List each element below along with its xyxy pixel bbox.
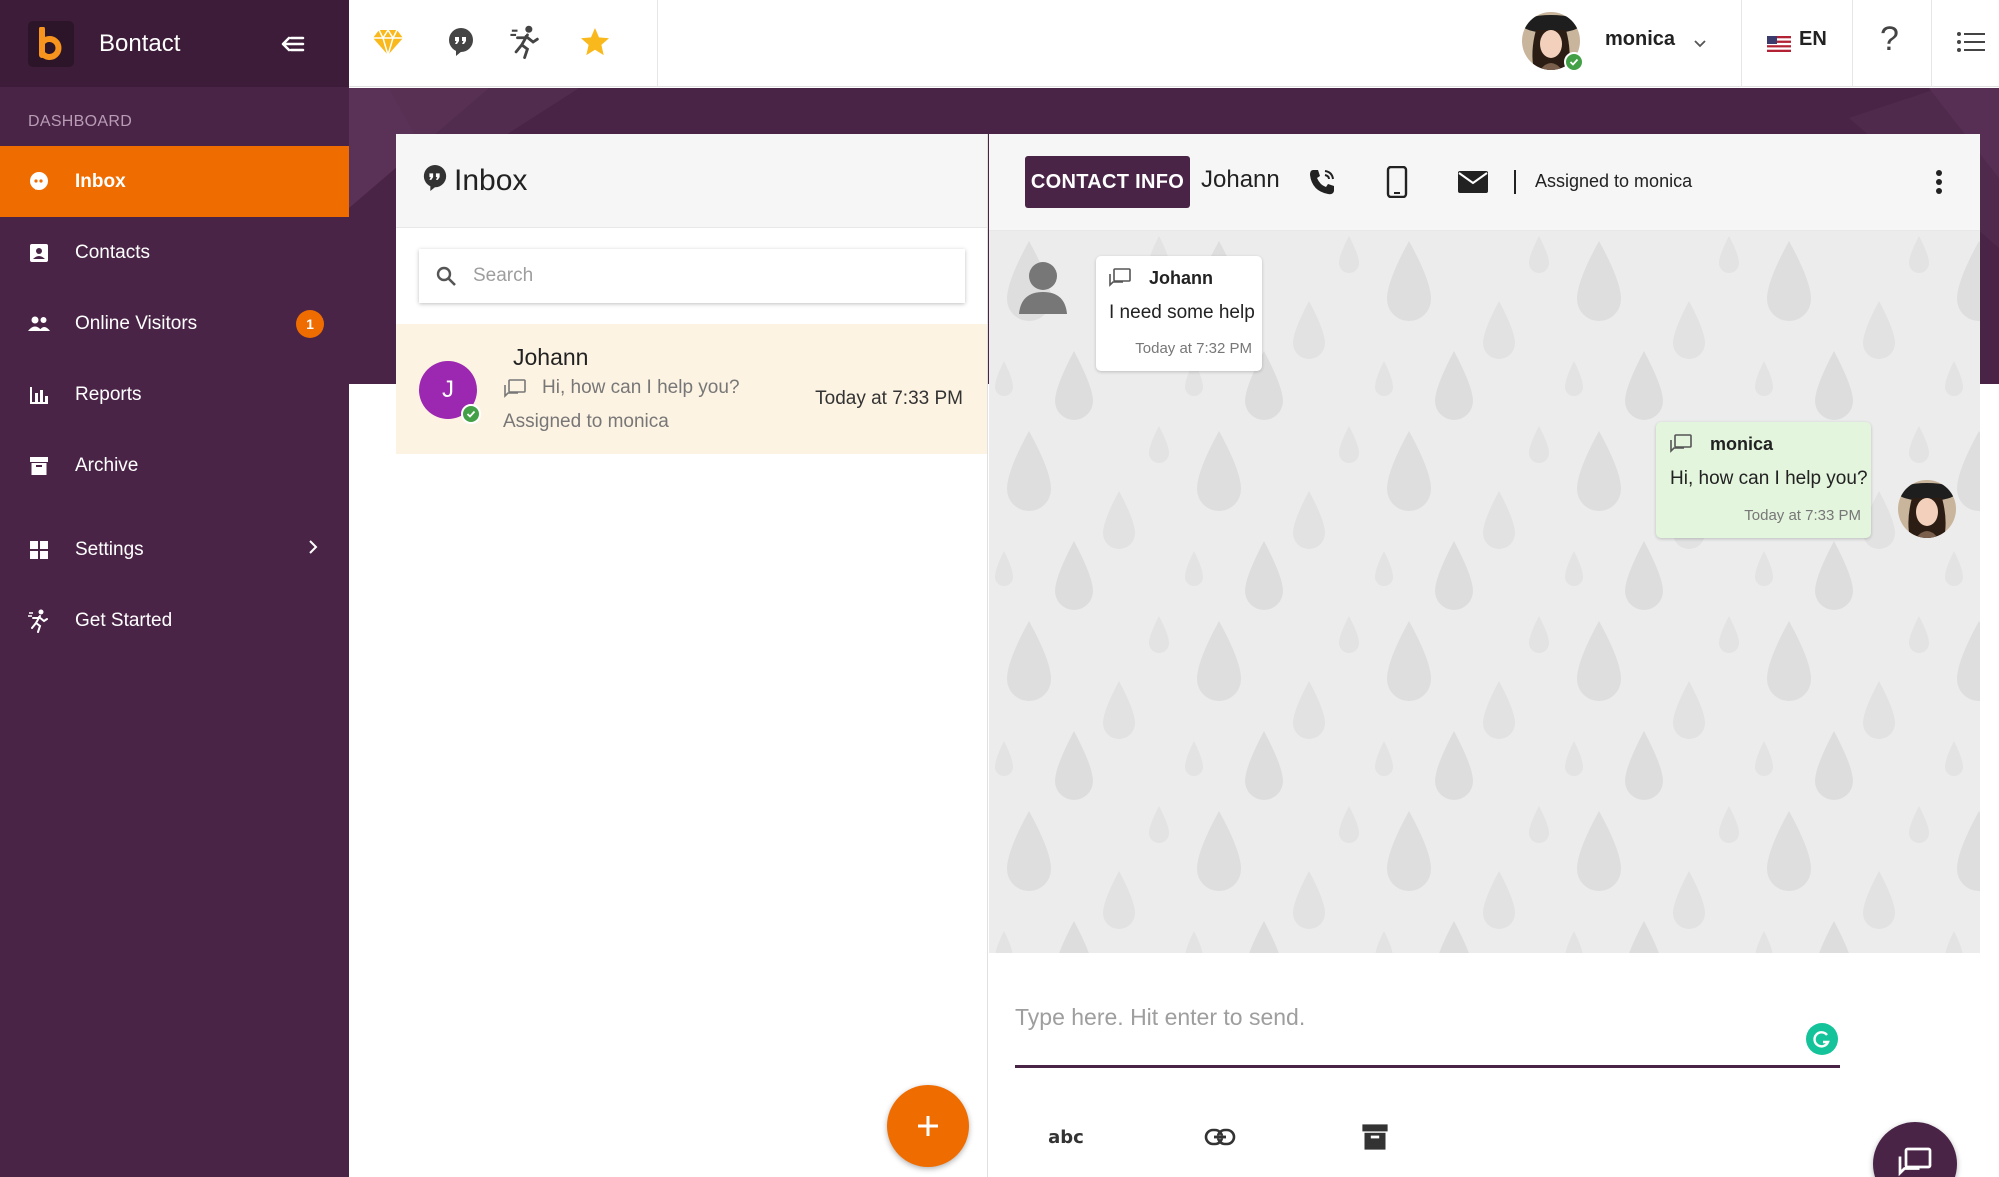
divider — [1931, 0, 1932, 87]
sidebar-item-reports[interactable]: Reports — [0, 359, 349, 430]
phone-icon[interactable] — [1302, 162, 1342, 202]
sidebar-item-label: Reports — [75, 383, 142, 405]
message-bubble-outgoing: monica Hi, how can I help you? Today at … — [1656, 422, 1871, 538]
contact-card-icon — [26, 240, 52, 266]
divider — [1852, 0, 1853, 87]
search-input[interactable] — [473, 265, 953, 287]
mobile-icon[interactable] — [1377, 162, 1417, 202]
new-conversation-button[interactable] — [887, 1085, 969, 1167]
message-input[interactable] — [1015, 991, 1835, 1043]
brand-header: Bontact — [0, 0, 349, 87]
sidebar-item-online-visitors[interactable]: Online Visitors 1 — [0, 288, 349, 359]
chat-icon — [1108, 268, 1132, 295]
us-flag-icon[interactable] — [1764, 22, 1794, 66]
running-person-icon[interactable] — [504, 20, 548, 64]
running-person-icon — [26, 608, 52, 634]
list-menu-icon[interactable] — [1949, 20, 1993, 64]
conversation-assigned: Assigned to monica — [503, 411, 669, 432]
inbox-panel: Inbox J Johann Hi, how can I help you? A… — [396, 134, 988, 1177]
chat-icon — [1898, 1147, 1932, 1177]
quick-reply-button[interactable] — [1873, 1122, 1957, 1177]
sidebar-section-label: DASHBOARD — [28, 113, 133, 130]
conversation-item[interactable]: J Johann Hi, how can I help you? Assigne… — [396, 324, 987, 454]
message-list: Johann I need some help Today at 7:32 PM… — [989, 231, 1980, 953]
chat-icon — [1669, 434, 1693, 461]
chevron-down-icon[interactable] — [1678, 22, 1722, 66]
message-bubble-incoming: Johann I need some help Today at 7:32 PM — [1096, 256, 1262, 371]
bontact-logo[interactable] — [28, 20, 74, 67]
sidebar-item-label: Settings — [75, 538, 144, 560]
top-bar: monica EN ? — [349, 0, 1999, 87]
contact-avatar-placeholder — [1017, 258, 1069, 314]
people-icon — [26, 311, 52, 337]
inbox-header: Inbox — [396, 134, 987, 228]
contact-info-button[interactable]: CONTACT INFO — [1025, 156, 1190, 208]
email-icon[interactable] — [1453, 162, 1493, 202]
collapse-sidebar-icon[interactable] — [273, 24, 313, 64]
divider — [1514, 170, 1516, 194]
chat-contact-name: Johann — [1201, 166, 1280, 193]
message-text: Hi, how can I help you? — [1670, 468, 1868, 489]
online-status-icon — [461, 404, 481, 424]
inbox-title: Inbox — [454, 163, 528, 197]
search-icon — [435, 265, 457, 287]
online-status-icon — [1564, 52, 1584, 72]
message-author: monica — [1710, 434, 1774, 454]
chat-panel: CONTACT INFO Johann Assigned to monica J… — [989, 134, 1980, 1177]
conversation-last-message: Hi, how can I help you? — [542, 377, 740, 398]
conversation-time: Today at 7:33 PM — [815, 388, 963, 409]
chevron-right-icon — [307, 539, 319, 560]
sidebar-item-label: Contacts — [75, 241, 150, 263]
divider — [1741, 0, 1742, 87]
sidebar-item-get-started[interactable]: Get Started — [0, 585, 349, 656]
sidebar-item-label: Inbox — [75, 170, 126, 192]
grammarly-icon[interactable] — [1806, 1023, 1838, 1055]
star-icon[interactable] — [573, 20, 617, 64]
brand-name: Bontact — [99, 29, 181, 57]
message-time: Today at 7:32 PM — [1135, 340, 1252, 357]
language-label[interactable]: EN — [1799, 28, 1827, 51]
agent-avatar — [1898, 480, 1956, 538]
sidebar-item-label: Online Visitors — [75, 312, 198, 334]
sidebar-item-label: Get Started — [75, 609, 173, 631]
online-visitors-count-badge: 1 — [296, 309, 324, 338]
conversation-name: Johann — [513, 344, 589, 370]
sidebar-item-label: Archive — [75, 454, 139, 476]
sidebar: Bontact DASHBOARD Inbox Contacts Online … — [0, 0, 349, 1177]
chat-bubble-icon — [26, 169, 52, 195]
user-name[interactable]: monica — [1605, 28, 1675, 51]
composer-underline — [1015, 1065, 1840, 1068]
more-options-icon[interactable] — [1924, 162, 1954, 202]
chat-icon — [503, 379, 527, 406]
chat-header: CONTACT INFO Johann Assigned to monica — [989, 134, 1980, 231]
plus-icon — [918, 1116, 938, 1136]
chat-assigned-label: Assigned to monica — [1535, 171, 1693, 191]
message-author: Johann — [1149, 268, 1214, 288]
archive-icon — [26, 453, 52, 479]
link-icon[interactable] — [1198, 1115, 1242, 1159]
spellcheck-icon[interactable]: abc — [1044, 1115, 1088, 1159]
sidebar-item-inbox[interactable]: Inbox — [0, 146, 349, 217]
help-icon[interactable]: ? — [1880, 20, 1899, 59]
quote-bubble-icon — [422, 163, 448, 198]
quote-bubble-icon[interactable] — [439, 20, 483, 64]
sidebar-item-settings[interactable]: Settings — [0, 514, 349, 585]
archive-icon[interactable] — [1353, 1115, 1397, 1159]
grid-icon — [26, 537, 52, 563]
message-composer: abc — [989, 953, 1980, 1177]
message-time: Today at 7:33 PM — [1744, 507, 1861, 524]
search-box[interactable] — [419, 249, 965, 303]
sidebar-item-contacts[interactable]: Contacts — [0, 217, 349, 288]
message-text: I need some help — [1109, 302, 1255, 323]
bar-chart-icon — [26, 382, 52, 408]
divider — [657, 0, 658, 87]
spellcheck-label: abc — [1048, 1126, 1084, 1148]
diamond-icon[interactable] — [366, 20, 410, 64]
sidebar-item-archive[interactable]: Archive — [0, 430, 349, 501]
